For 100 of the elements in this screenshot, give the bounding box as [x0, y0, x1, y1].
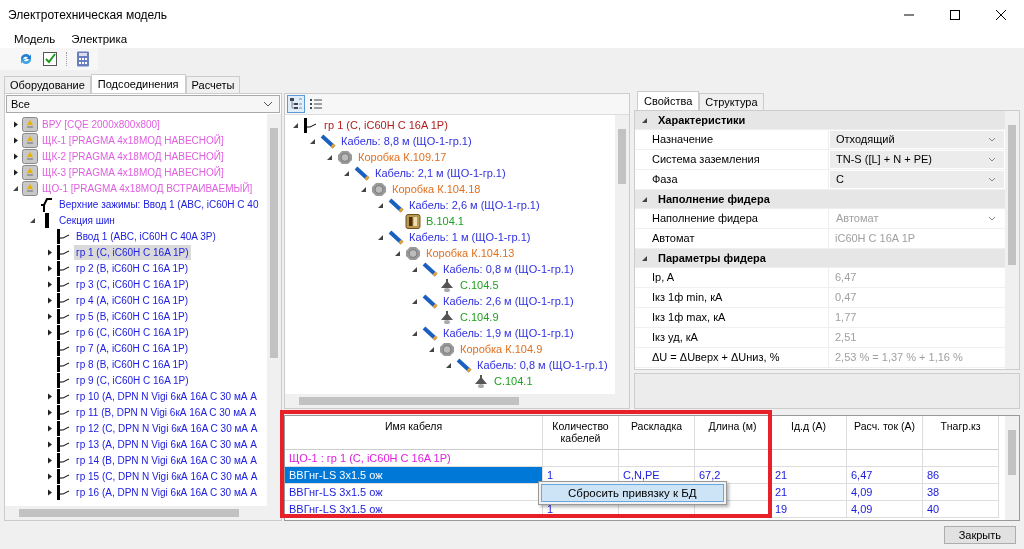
- expand-arrow-icon[interactable]: [45, 312, 53, 320]
- vertical-scrollbar[interactable]: [267, 114, 281, 506]
- property-dropdown[interactable]: C: [830, 171, 1004, 188]
- tree-item[interactable]: Кабель: 1 м (ЩО-1-гр.1): [407, 229, 533, 245]
- collapse-arrow-icon[interactable]: [641, 195, 648, 203]
- expand-arrow-icon[interactable]: [45, 392, 53, 400]
- collapse-arrow-icon[interactable]: [325, 153, 333, 161]
- tree-item[interactable]: С.104.1: [492, 373, 535, 389]
- expand-arrow-icon[interactable]: [45, 296, 53, 304]
- tree-item[interactable]: Кабель: 2,6 м (ЩО-1-гр.1): [407, 197, 542, 213]
- menu-item[interactable]: Модель: [6, 33, 64, 45]
- menu-item[interactable]: Электрика: [63, 33, 136, 45]
- expand-arrow-icon[interactable]: [11, 152, 19, 160]
- refresh-icon[interactable]: [18, 51, 34, 67]
- tree-view-button[interactable]: [287, 95, 305, 113]
- collapse-arrow-icon[interactable]: [28, 216, 36, 224]
- expand-arrow-icon[interactable]: [45, 456, 53, 464]
- tab[interactable]: Свойства: [637, 91, 700, 110]
- collapse-arrow-icon[interactable]: [410, 329, 418, 337]
- collapse-arrow-icon[interactable]: [410, 265, 418, 273]
- collapse-arrow-icon[interactable]: [444, 361, 452, 369]
- column-header[interactable]: Iд.д (А): [771, 416, 847, 450]
- tree-item[interactable]: С.104.9: [458, 309, 501, 325]
- collapse-arrow-icon[interactable]: [376, 201, 384, 209]
- column-header[interactable]: Длина (м): [695, 416, 771, 450]
- expand-arrow-icon[interactable]: [11, 136, 19, 144]
- tree-item[interactable]: гр 7 (A, iC60H C 16A 1P): [74, 340, 191, 356]
- calculator-icon[interactable]: [76, 51, 90, 67]
- collapse-arrow-icon[interactable]: [291, 121, 299, 129]
- tree-item[interactable]: гр 1 (C, iC60H C 16A 1P): [74, 244, 191, 260]
- column-header[interactable]: Тнагр.кз: [923, 416, 999, 450]
- vertical-scrollbar[interactable]: [615, 115, 629, 394]
- tree-item[interactable]: гр 10 (A, DPN N Vigi 6кА 16A C 30 мА А: [74, 388, 259, 404]
- caret-icon[interactable]: [988, 157, 996, 162]
- close-icon[interactable]: [995, 9, 1007, 21]
- filter-dropdown[interactable]: Все: [6, 95, 280, 113]
- horizontal-scrollbar[interactable]: [285, 394, 629, 408]
- tree-item[interactable]: Кабель: 0,8 м (ЩО-1-гр.1): [441, 261, 576, 277]
- tree-item[interactable]: Кабель: 2,1 м (ЩО-1-гр.1): [373, 165, 508, 181]
- collapse-arrow-icon[interactable]: [641, 116, 648, 124]
- expand-arrow-icon[interactable]: [45, 440, 53, 448]
- checkbox-icon[interactable]: [42, 51, 58, 67]
- tree-item[interactable]: гр 9 (C, iC60H C 16A 1P): [74, 372, 191, 388]
- tree-item[interactable]: гр 11 (B, DPN N Vigi 6кА 16A C 30 мА А: [74, 404, 259, 420]
- collapse-arrow-icon[interactable]: [410, 297, 418, 305]
- collapse-arrow-icon[interactable]: [641, 254, 648, 262]
- tab[interactable]: Расчеты: [185, 76, 241, 93]
- collapse-arrow-icon[interactable]: [427, 345, 435, 353]
- expand-arrow-icon[interactable]: [45, 264, 53, 272]
- caret-icon[interactable]: [263, 101, 273, 107]
- tree-item[interactable]: Ввод 1 (ABC, iC60H C 40A 3P): [74, 228, 218, 244]
- tree-item[interactable]: Кабель: 2,6 м (ЩО-1-гр.1): [441, 293, 576, 309]
- tree-item[interactable]: гр 1 (C, iC60H C 16A 1P): [322, 117, 450, 133]
- maximize-icon[interactable]: [949, 9, 961, 21]
- expand-arrow-icon[interactable]: [45, 248, 53, 256]
- column-header[interactable]: Раскладка: [619, 416, 695, 450]
- tree-item[interactable]: С.104.5: [458, 277, 501, 293]
- caret-icon[interactable]: [988, 177, 996, 182]
- column-header[interactable]: Расч. ток (А): [847, 416, 923, 450]
- vertical-scrollbar[interactable]: [1005, 111, 1019, 370]
- expand-arrow-icon[interactable]: [45, 472, 53, 480]
- horizontal-scrollbar[interactable]: [5, 506, 281, 520]
- tree-item[interactable]: Кабель: 8,8 м (ЩО-1-гр.1): [339, 133, 474, 149]
- collapse-arrow-icon[interactable]: [376, 233, 384, 241]
- expand-arrow-icon[interactable]: [45, 328, 53, 336]
- tree-item[interactable]: гр 16 (A, DPN N Vigi 6кА 16A C 30 мА А: [74, 484, 259, 500]
- menu-item[interactable]: Сбросить привязку к БД: [541, 484, 724, 502]
- column-header[interactable]: Имя кабеля: [285, 416, 543, 450]
- tab[interactable]: Структура: [699, 93, 764, 110]
- tree-item[interactable]: гр 12 (C, DPN N Vigi 6кА 16A C 30 мА А: [74, 420, 260, 436]
- tree-item[interactable]: Верхние зажимы: Ввод 1 (ABC, iC60H C 40: [57, 196, 261, 212]
- tree-item[interactable]: гр 4 (A, iC60H C 16A 1P): [74, 292, 191, 308]
- collapse-arrow-icon[interactable]: [393, 249, 401, 257]
- property-dropdown[interactable]: TN-S ([L] + N + PE): [830, 151, 1004, 168]
- tree-item[interactable]: Секция шин: [57, 212, 117, 228]
- collapse-arrow-icon[interactable]: [308, 137, 316, 145]
- tree-item[interactable]: гр 5 (B, iC60H C 16A 1P): [74, 308, 191, 324]
- close-button[interactable]: Закрыть: [943, 526, 1016, 544]
- collapse-arrow-icon[interactable]: [359, 185, 367, 193]
- tree-item[interactable]: гр 14 (B, DPN N Vigi 6кА 16A C 30 мА А: [74, 452, 259, 468]
- collapse-arrow-icon[interactable]: [11, 184, 19, 192]
- tree-item[interactable]: гр 8 (B, iC60H C 16A 1P): [74, 356, 191, 372]
- tree-item[interactable]: гр 15 (C, DPN N Vigi 6кА 16A C 30 мА А: [74, 468, 260, 484]
- expand-arrow-icon[interactable]: [45, 488, 53, 496]
- tab[interactable]: Подсоединения: [90, 74, 186, 93]
- tree-item[interactable]: В.104.1: [424, 213, 466, 229]
- expand-arrow-icon[interactable]: [11, 168, 19, 176]
- property-dropdown[interactable]: Отходящий: [830, 131, 1004, 148]
- tree-item[interactable]: гр 3 (C, iC60H C 16A 1P): [74, 276, 191, 292]
- tree-item[interactable]: гр 6 (C, iC60H C 16A 1P): [74, 324, 191, 340]
- tree-item[interactable]: Кабель: 1,9 м (ЩО-1-гр.1): [441, 325, 576, 341]
- vertical-scrollbar[interactable]: [1005, 416, 1019, 520]
- expand-arrow-icon[interactable]: [45, 280, 53, 288]
- collapse-arrow-icon[interactable]: [342, 169, 350, 177]
- expand-arrow-icon[interactable]: [45, 408, 53, 416]
- caret-icon[interactable]: [988, 137, 996, 142]
- tab[interactable]: Оборудование: [4, 76, 91, 93]
- tree-item[interactable]: гр 13 (A, DPN N Vigi 6кА 16A C 30 мА А: [74, 436, 259, 452]
- tree-item[interactable]: гр 2 (B, iC60H C 16A 1P): [74, 260, 191, 276]
- column-header[interactable]: Количество кабелей: [543, 416, 619, 450]
